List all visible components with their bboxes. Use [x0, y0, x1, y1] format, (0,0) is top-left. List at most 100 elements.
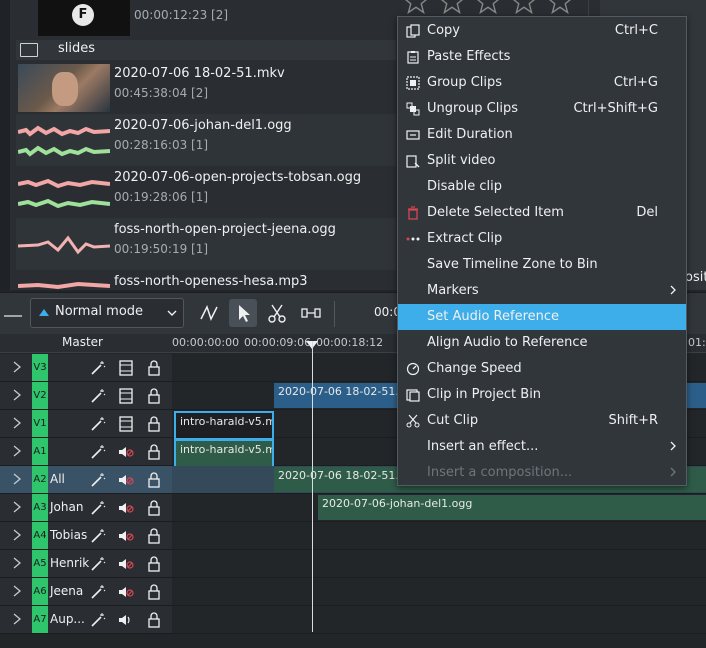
effects-wand-icon[interactable]: [90, 388, 106, 404]
menu-item-set-audio-reference[interactable]: Set Audio Reference: [398, 304, 686, 330]
mute-icon[interactable]: [118, 444, 134, 460]
chevron-right-icon[interactable]: [12, 361, 22, 373]
razor-tool-button[interactable]: [195, 299, 223, 327]
mute-icon[interactable]: [118, 500, 134, 516]
track-tag[interactable]: A3: [32, 494, 48, 521]
timeline-clip-selected[interactable]: intro-harald-v5.mp4: [174, 411, 274, 440]
track-tag[interactable]: V3: [32, 354, 48, 381]
film-icon[interactable]: [118, 360, 134, 376]
mute-icon[interactable]: [118, 472, 134, 488]
track-header-a3[interactable]: A3 Johan: [0, 494, 172, 522]
master-header[interactable]: Master: [0, 334, 172, 353]
effects-wand-icon[interactable]: [90, 444, 106, 460]
bin-folder[interactable]: slides: [16, 40, 396, 60]
timeline-clip[interactable]: 2020-07-06-johan-del1.ogg: [318, 495, 706, 520]
menu-item-delete-selected-item[interactable]: Delete Selected Item Del: [398, 200, 686, 226]
speaker-icon[interactable]: [118, 612, 134, 628]
track-header-a4[interactable]: A4 Tobias: [0, 522, 172, 550]
film-icon[interactable]: [118, 416, 134, 432]
lock-icon[interactable]: [146, 500, 162, 516]
lock-icon[interactable]: [146, 444, 162, 460]
menu-item-change-speed[interactable]: Change Speed: [398, 356, 686, 382]
effects-wand-icon[interactable]: [90, 416, 106, 432]
star-icon[interactable]: [402, 0, 430, 16]
effects-wand-icon[interactable]: [90, 528, 106, 544]
menu-item-disable-clip[interactable]: Disable clip: [398, 174, 686, 200]
chevron-right-icon[interactable]: [12, 613, 22, 625]
menu-item-copy[interactable]: Copy Ctrl+C: [398, 18, 686, 44]
lock-icon[interactable]: [146, 612, 162, 628]
track-header-a6[interactable]: A6 Jeena: [0, 578, 172, 606]
film-icon[interactable]: [118, 388, 134, 404]
track-header-a5[interactable]: A5 Henrik: [0, 550, 172, 578]
chevron-right-icon[interactable]: [12, 557, 22, 569]
track-tag[interactable]: A7: [32, 606, 48, 633]
chevron-right-icon[interactable]: [12, 473, 22, 485]
list-item[interactable]: 2020-07-06-johan-del1.ogg 00:28:16:03 [1…: [16, 114, 396, 166]
effects-wand-icon[interactable]: [90, 584, 106, 600]
effects-wand-icon[interactable]: [90, 360, 106, 376]
track-lane-a6[interactable]: [172, 578, 706, 606]
track-tag[interactable]: V2: [32, 382, 48, 409]
track-lane-a4[interactable]: [172, 522, 706, 550]
lock-icon[interactable]: [146, 584, 162, 600]
lock-icon[interactable]: [146, 416, 162, 432]
menu-item-group-clips[interactable]: Group Clips Ctrl+G: [398, 70, 686, 96]
mute-icon[interactable]: [118, 528, 134, 544]
effects-wand-icon[interactable]: [90, 500, 106, 516]
menu-item-save-timeline-zone-to-bin[interactable]: Save Timeline Zone to Bin: [398, 252, 686, 278]
track-tag[interactable]: V1: [32, 410, 48, 437]
spacer-tool-button[interactable]: [297, 299, 325, 327]
playhead-line[interactable]: [312, 341, 313, 632]
chevron-right-icon[interactable]: [12, 501, 22, 513]
menu-item-insert-an-effect[interactable]: Insert an effect...: [398, 434, 686, 460]
drag-handle-icon[interactable]: [4, 303, 22, 321]
cut-tool-button[interactable]: [263, 299, 291, 327]
menu-item-split-video[interactable]: Split video: [398, 148, 686, 174]
track-tag[interactable]: A6: [32, 578, 48, 605]
menu-item-ungroup-clips[interactable]: Ungroup Clips Ctrl+Shift+G: [398, 96, 686, 122]
chevron-right-icon[interactable]: [12, 417, 22, 429]
mute-icon[interactable]: [118, 556, 134, 572]
edit-mode-select[interactable]: Normal mode: [30, 298, 184, 328]
track-tag[interactable]: A2: [32, 466, 48, 493]
star-icon[interactable]: [546, 0, 574, 16]
lock-icon[interactable]: [146, 388, 162, 404]
track-lane-a5[interactable]: [172, 550, 706, 578]
effects-wand-icon[interactable]: [90, 472, 106, 488]
menu-item-extract-clip[interactable]: Extract Clip: [398, 226, 686, 252]
mute-icon[interactable]: [118, 584, 134, 600]
track-tag[interactable]: A5: [32, 550, 48, 577]
effects-wand-icon[interactable]: [90, 556, 106, 572]
track-header-v2[interactable]: V2: [0, 382, 172, 410]
list-item[interactable]: foss-north-openess-hesa.mp3: [16, 270, 396, 290]
track-header-a7[interactable]: A7 Aup...: [0, 606, 172, 634]
menu-item-align-audio-to-reference[interactable]: Align Audio to Reference: [398, 330, 686, 356]
list-item[interactable]: foss-north-open-project-jeena.ogg 00:19:…: [16, 218, 396, 270]
timeline-clip-selected[interactable]: intro-harald-v5.mp4: [174, 439, 274, 468]
track-header-v3[interactable]: V3: [0, 354, 172, 382]
list-item[interactable]: F intro-harald-v5mp4 00:00:12:23 [2]: [16, 0, 396, 38]
list-item[interactable]: 2020-07-06 18-02-51.mkv 00:45:38:04 [2]: [16, 62, 396, 114]
list-item[interactable]: 2020-07-06-open-projects-tobsan.ogg 00:1…: [16, 166, 396, 218]
menu-item-edit-duration[interactable]: Edit Duration: [398, 122, 686, 148]
track-tag[interactable]: A4: [32, 522, 48, 549]
star-icon[interactable]: [474, 0, 502, 16]
chevron-right-icon[interactable]: [12, 585, 22, 597]
track-lane-a3[interactable]: 2020-07-06-johan-del1.ogg: [172, 494, 706, 522]
track-header-a2[interactable]: A2 All: [0, 466, 172, 494]
menu-item-clip-in-project-bin[interactable]: Clip in Project Bin: [398, 382, 686, 408]
lock-icon[interactable]: [146, 528, 162, 544]
menu-item-paste-effects[interactable]: Paste Effects: [398, 44, 686, 70]
star-icon[interactable]: [510, 0, 538, 16]
star-icon[interactable]: [438, 0, 466, 16]
track-tag[interactable]: A1: [32, 438, 48, 465]
menu-item-markers[interactable]: Markers: [398, 278, 686, 304]
track-lane-a7[interactable]: [172, 606, 706, 634]
track-header-v1[interactable]: V1: [0, 410, 172, 438]
lock-icon[interactable]: [146, 556, 162, 572]
lock-icon[interactable]: [146, 360, 162, 376]
chevron-right-icon[interactable]: [12, 529, 22, 541]
chevron-right-icon[interactable]: [12, 445, 22, 457]
select-tool-button[interactable]: [229, 299, 257, 327]
